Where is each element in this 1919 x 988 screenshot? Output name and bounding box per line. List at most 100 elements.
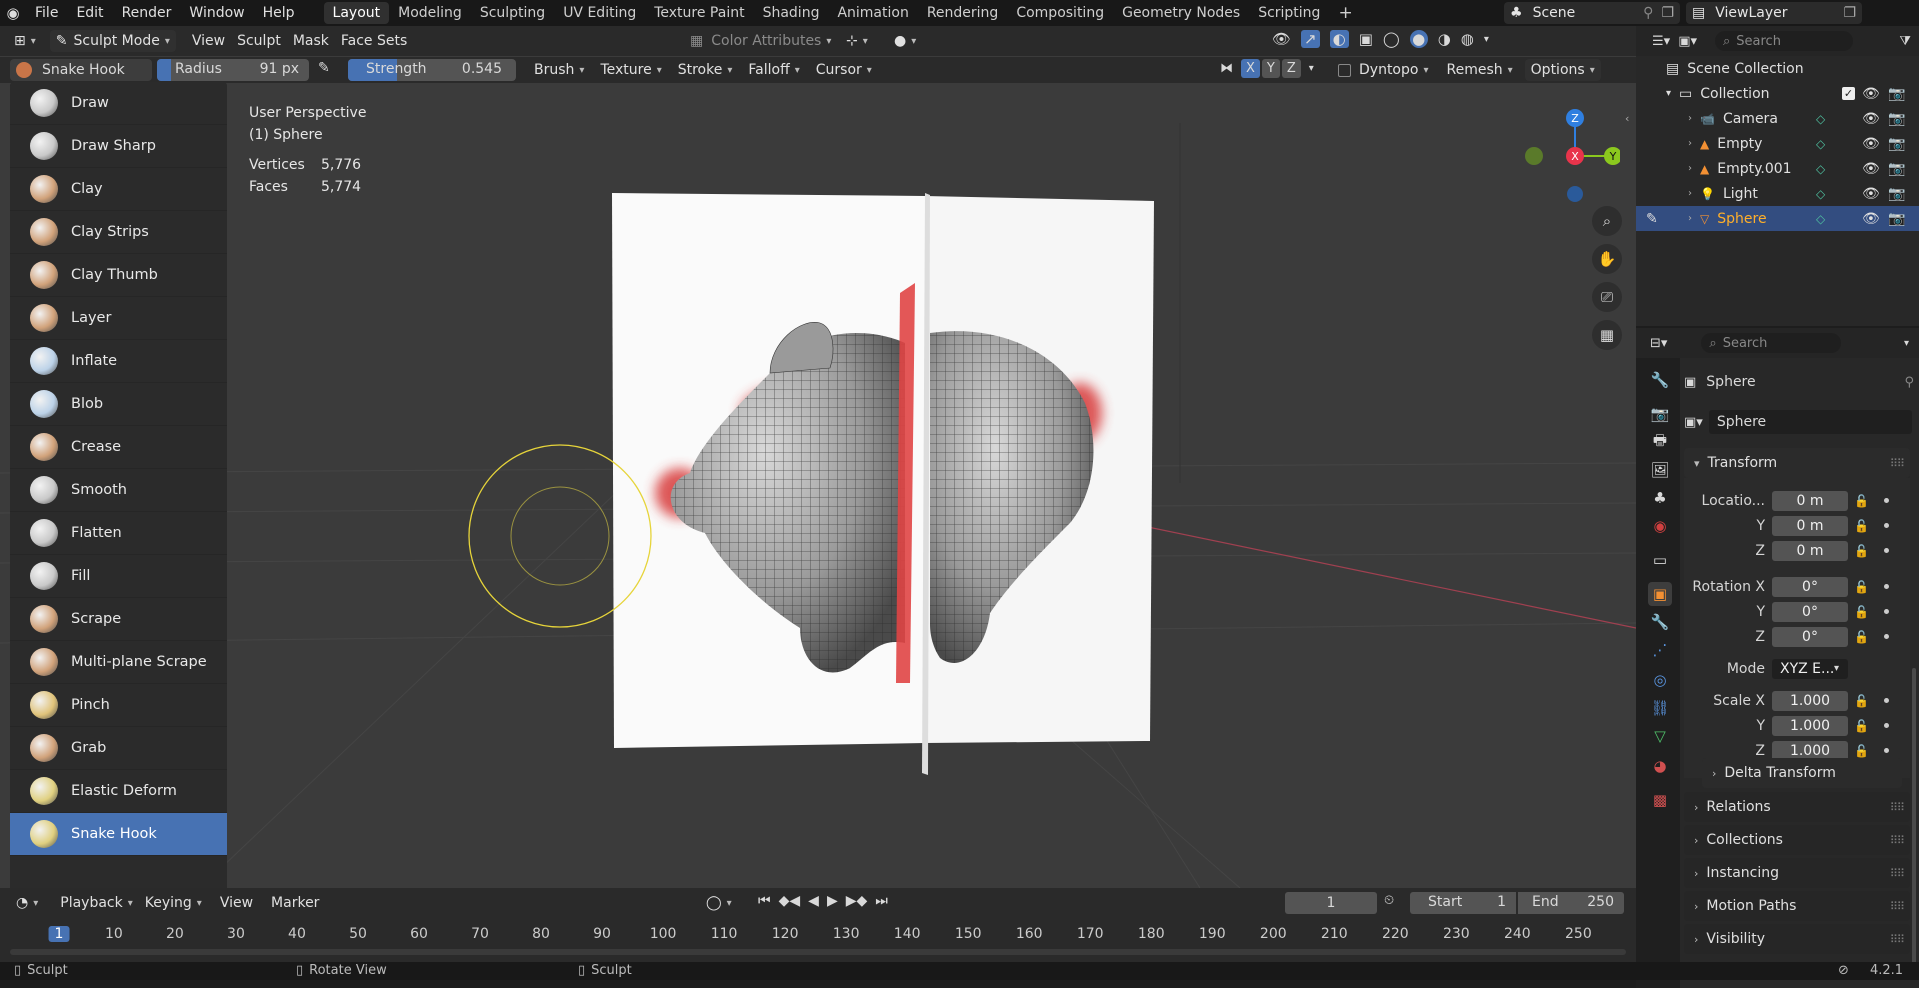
timeline-view-menu[interactable]: View bbox=[214, 892, 259, 914]
render-camera-icon[interactable]: 📷 bbox=[1888, 111, 1905, 127]
mirror-z-button[interactable]: Z bbox=[1281, 59, 1301, 78]
outliner-item-empty-001[interactable]: › ▲ Empty.001 ◇ 👁 📷 bbox=[1636, 156, 1919, 181]
texture-dropdown[interactable]: Texture ▾ bbox=[594, 59, 667, 81]
properties-scrollbar[interactable] bbox=[1912, 668, 1916, 968]
tab-uv-editing[interactable]: UV Editing bbox=[554, 2, 645, 24]
lock-icon[interactable]: 🔓 bbox=[1854, 694, 1869, 708]
tool-elastic-deform[interactable]: Elastic Deform bbox=[10, 770, 227, 813]
remesh-dropdown[interactable]: Remesh ▾ bbox=[1440, 59, 1518, 81]
frame-ruler[interactable]: 1 10 20 30 40 50 60 70 80 90 100 110 120 130 140 150 160… bbox=[0, 924, 1636, 946]
menu-view[interactable]: View bbox=[186, 30, 231, 52]
render-camera-icon[interactable]: 📷 bbox=[1888, 161, 1905, 177]
gizmo-neg-z-icon[interactable] bbox=[1567, 186, 1583, 202]
keyframe-dot-icon[interactable] bbox=[1884, 723, 1889, 728]
keyframe-dot-icon[interactable] bbox=[1884, 698, 1889, 703]
outliner-item-sphere[interactable]: › ▽ Sphere ◇ 👁 📷 ✎ bbox=[1636, 206, 1919, 231]
jump-end-icon[interactable]: ⏭ bbox=[875, 893, 888, 909]
play-reverse-icon[interactable]: ◀ bbox=[808, 893, 819, 909]
transform-panel-header[interactable]: ▾ Transform ⠿⠿ bbox=[1684, 448, 1910, 478]
scene-collection-row[interactable]: ▤ Scene Collection bbox=[1636, 56, 1919, 81]
shading-options-icon[interactable]: ▾ bbox=[1484, 34, 1489, 45]
instancing-panel-header[interactable]: › Instancing ⠿⠿ bbox=[1684, 858, 1910, 888]
wireframe-shading-icon[interactable]: ◯ bbox=[1383, 30, 1400, 48]
timeline-editor-icon[interactable]: ◔ ▾ bbox=[10, 892, 44, 914]
lock-icon[interactable]: 🔓 bbox=[1854, 519, 1869, 533]
perspective-toggle-icon[interactable]: ▦ bbox=[1592, 320, 1622, 350]
tool-draw-sharp[interactable]: Draw Sharp bbox=[10, 125, 227, 168]
delta-transform-header[interactable]: › Delta Transform bbox=[1702, 758, 1902, 788]
gizmo-toggle-icon[interactable]: ↗ bbox=[1301, 30, 1320, 48]
render-camera-icon[interactable]: 📷 bbox=[1888, 136, 1905, 152]
collection-row[interactable]: ▾ ▭ Collection ✓ 👁 📷 bbox=[1636, 81, 1919, 106]
pin-icon[interactable]: ⚲ bbox=[1904, 375, 1914, 390]
tab-texture-paint[interactable]: Texture Paint bbox=[645, 2, 753, 24]
camera-view-icon[interactable]: ⎚ bbox=[1592, 282, 1622, 312]
rotation-z-field[interactable]: 0° bbox=[1772, 626, 1848, 647]
visibility-eye-icon[interactable]: 👁 bbox=[1862, 161, 1880, 177]
tool-layer[interactable]: Layer bbox=[10, 297, 227, 340]
solid-shading-icon[interactable]: ● bbox=[1409, 30, 1428, 48]
properties-search[interactable]: ⌕ Search bbox=[1701, 333, 1842, 353]
outliner-editor-icon[interactable]: ☰▾ bbox=[1652, 34, 1670, 49]
tool-grab[interactable]: Grab bbox=[10, 727, 227, 770]
menu-face-sets[interactable]: Face Sets bbox=[335, 30, 413, 52]
expand-icon[interactable]: › bbox=[1688, 113, 1692, 124]
tool-clay-thumb[interactable]: Clay Thumb bbox=[10, 254, 227, 297]
tab-scripting[interactable]: Scripting bbox=[1249, 2, 1329, 24]
pan-hand-icon[interactable]: ✋ bbox=[1592, 244, 1622, 274]
start-frame-field[interactable]: Start 1 bbox=[1410, 892, 1516, 914]
drag-grip-icon[interactable]: ⠿⠿ bbox=[1890, 801, 1905, 814]
display-mode-icon[interactable]: ▣▾ bbox=[1678, 34, 1697, 49]
visibility-eye-icon[interactable]: 👁 bbox=[1862, 136, 1880, 152]
texture-tab-icon[interactable]: ▩ bbox=[1648, 788, 1672, 812]
timeline-scrollbar[interactable] bbox=[10, 949, 1626, 955]
tab-layout[interactable]: Layout bbox=[323, 2, 390, 24]
keyframe-dot-icon[interactable] bbox=[1884, 498, 1889, 503]
visibility-eye-icon[interactable]: 👁 bbox=[1862, 211, 1880, 227]
pressure-pen-icon[interactable]: ✎ bbox=[318, 60, 330, 76]
gizmo-neg-y-icon[interactable] bbox=[1525, 147, 1543, 165]
expand-icon[interactable]: › bbox=[1688, 138, 1692, 149]
lock-icon[interactable]: 🔓 bbox=[1854, 719, 1869, 733]
new-scene-icon[interactable]: ❐ bbox=[1661, 5, 1674, 21]
preview-range-icon[interactable]: ⏲ bbox=[1384, 893, 1394, 908]
transform-pivot-dropdown[interactable]: ⊹ ▾ bbox=[840, 30, 874, 52]
new-view-layer-icon[interactable]: ❐ bbox=[1843, 5, 1856, 21]
outliner-item-camera[interactable]: › 📹 Camera ◇ 👁 📷 bbox=[1636, 106, 1919, 131]
outliner-item-light[interactable]: › 💡 Light ◇ 👁 📷 bbox=[1636, 181, 1919, 206]
tab-modeling[interactable]: Modeling bbox=[389, 2, 471, 24]
tool-inflate[interactable]: Inflate bbox=[10, 340, 227, 383]
mirror-y-button[interactable]: Y bbox=[1261, 59, 1280, 78]
outliner-item-empty[interactable]: › ▲ Empty ◇ 👁 📷 bbox=[1636, 131, 1919, 156]
drag-grip-icon[interactable]: ⠿⠿ bbox=[1890, 457, 1905, 470]
tool-flatten[interactable]: Flatten bbox=[10, 512, 227, 555]
play-icon[interactable]: ▶ bbox=[827, 893, 838, 909]
lock-icon[interactable]: 🔓 bbox=[1854, 580, 1869, 594]
filter-icon[interactable]: ⧩ bbox=[1899, 34, 1911, 49]
expand-icon[interactable]: › bbox=[1688, 188, 1692, 199]
drag-grip-icon[interactable]: ⠿⠿ bbox=[1890, 834, 1905, 847]
motion-paths-panel-header[interactable]: › Motion Paths ⠿⠿ bbox=[1684, 891, 1910, 921]
keying-dropdown[interactable]: Keying ▾ bbox=[139, 892, 208, 914]
collapse-sidebar-icon[interactable]: ‹ bbox=[1625, 112, 1629, 125]
menu-render[interactable]: Render bbox=[113, 0, 181, 26]
keyframe-dot-icon[interactable] bbox=[1884, 634, 1889, 639]
material-shading-icon[interactable]: ◑ bbox=[1438, 30, 1451, 48]
snapping-dropdown[interactable]: ● ▾ bbox=[888, 30, 922, 52]
render-camera-icon[interactable]: 📷 bbox=[1888, 211, 1905, 227]
data-icon[interactable]: ◇ bbox=[1816, 137, 1825, 151]
playback-dropdown[interactable]: Playback ▾ bbox=[54, 892, 139, 914]
menu-help[interactable]: Help bbox=[254, 0, 304, 26]
cursor-dropdown[interactable]: Cursor ▾ bbox=[810, 59, 878, 81]
data-icon[interactable]: ◇ bbox=[1816, 162, 1825, 176]
menu-sculpt[interactable]: Sculpt bbox=[231, 30, 287, 52]
keyframe-dot-icon[interactable] bbox=[1884, 609, 1889, 614]
tab-shading[interactable]: Shading bbox=[754, 2, 829, 24]
editor-type-dropdown[interactable]: ⊞ ▾ bbox=[8, 30, 42, 52]
options-dropdown[interactable]: Options ▾ bbox=[1524, 59, 1601, 81]
drag-grip-icon[interactable]: ⠿⠿ bbox=[1890, 933, 1905, 946]
pin-icon[interactable]: ⚲ bbox=[1643, 5, 1653, 21]
render-tab-icon[interactable]: 📷 bbox=[1648, 402, 1672, 426]
menu-window[interactable]: Window bbox=[180, 0, 253, 26]
tool-crease[interactable]: Crease bbox=[10, 426, 227, 469]
